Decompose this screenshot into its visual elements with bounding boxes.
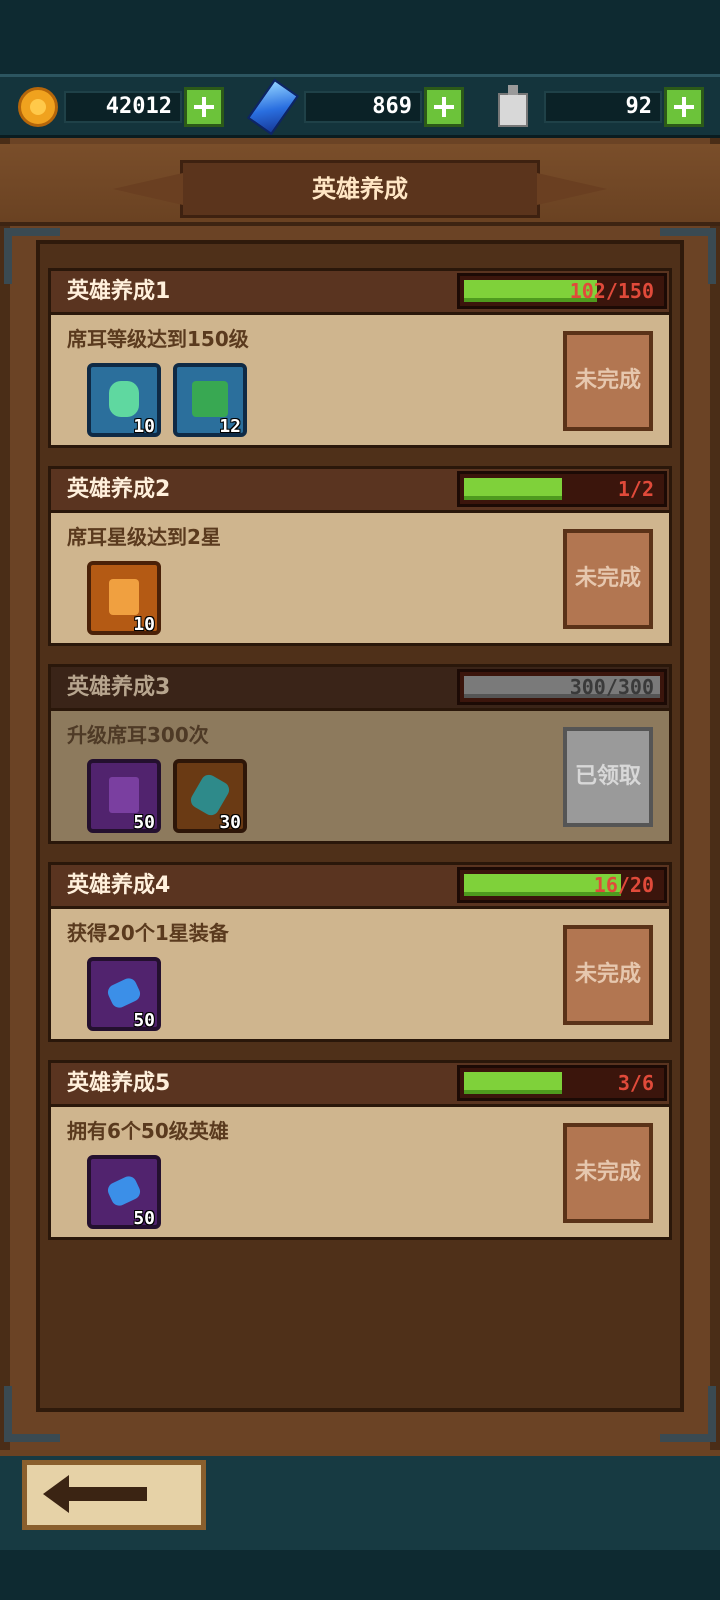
reward-count: 50 (133, 812, 155, 833)
task-title: 英雄养成3 (67, 675, 171, 700)
reward-count: 30 (219, 812, 241, 833)
resource-bar: 42012 869 92 (0, 74, 720, 138)
green-monster-icon (192, 381, 228, 417)
reward-item[interactable]: 12 (173, 363, 247, 437)
claimed-button[interactable]: 已领取 (563, 727, 653, 827)
status-area (0, 0, 720, 74)
title-plate: 英雄养成 (180, 160, 540, 218)
progress-text: 3/6 (617, 1071, 654, 1095)
task-card-3: 英雄养成3 300/300 升级席耳300次 50 30 已领取 (48, 664, 672, 844)
add-gold-button[interactable] (184, 87, 224, 127)
claim-button[interactable]: 未完成 (563, 925, 653, 1025)
task-description: 拥有6个50级英雄 (67, 1119, 229, 1143)
add-gem-button[interactable] (424, 87, 464, 127)
task-progress-bar: 16/20 (457, 867, 667, 903)
reward-item[interactable]: 10 (87, 363, 161, 437)
gem-value: 869 (372, 94, 412, 119)
bottom-strip (0, 1550, 720, 1600)
potion-bottle-icon (498, 85, 528, 127)
task-title: 英雄养成1 (67, 279, 171, 304)
blue-gem-icon (246, 78, 300, 136)
progress-text: 300/300 (569, 675, 654, 699)
purple-book-icon (109, 777, 139, 813)
task-description: 获得20个1星装备 (67, 921, 229, 945)
task-progress-bar: 300/300 (457, 669, 667, 705)
task-progress-bar: 3/6 (457, 1065, 667, 1101)
progress-text: 16/20 (593, 873, 654, 897)
gold-resource: 42012 (0, 83, 240, 129)
task-card-1: 英雄养成1 102/150 席耳等级达到150级 10 12 未完成 (48, 268, 672, 448)
potion-resource: 92 (480, 83, 720, 129)
task-title: 英雄养成4 (67, 873, 171, 898)
gem-resource: 869 (240, 78, 480, 136)
blue-capsule-icon (109, 381, 139, 417)
reward-count: 12 (219, 416, 241, 437)
task-card-2: 英雄养成2 1/2 席耳星级达到2星 10 未完成 (48, 466, 672, 646)
reward-item[interactable]: 50 (87, 759, 161, 833)
task-title: 英雄养成5 (67, 1071, 171, 1096)
task-progress-bar: 1/2 (457, 471, 667, 507)
task-progress-bar: 102/150 (457, 273, 667, 309)
task-card-4: 英雄养成4 16/20 获得20个1星装备 50 未完成 (48, 862, 672, 1042)
gold-coin-icon (18, 87, 58, 127)
add-potion-button[interactable] (664, 87, 704, 127)
reward-item[interactable]: 50 (87, 1155, 161, 1229)
claim-button[interactable]: 未完成 (563, 529, 653, 629)
potion-value: 92 (625, 94, 653, 119)
gold-value: 42012 (105, 94, 172, 119)
reward-item[interactable]: 30 (173, 759, 247, 833)
page-title: 英雄养成 (312, 175, 408, 203)
back-button[interactable] (22, 1460, 206, 1530)
claim-button[interactable]: 未完成 (563, 1123, 653, 1223)
progress-text: 102/150 (569, 279, 654, 303)
task-card-5: 英雄养成5 3/6 拥有6个50级英雄 50 未完成 (48, 1060, 672, 1240)
reward-item[interactable]: 10 (87, 561, 161, 635)
reward-count: 50 (133, 1208, 155, 1229)
progress-fill (464, 1072, 562, 1094)
orange-armor-icon (109, 579, 139, 615)
blue-crystal-icon (105, 1173, 143, 1209)
task-description: 升级席耳300次 (67, 723, 209, 747)
task-description: 席耳等级达到150级 (67, 327, 249, 351)
task-description: 席耳星级达到2星 (67, 525, 221, 549)
task-title: 英雄养成2 (67, 477, 171, 502)
claim-button[interactable]: 未完成 (563, 331, 653, 431)
reward-count: 50 (133, 1010, 155, 1031)
reward-item[interactable]: 50 (87, 957, 161, 1031)
reward-count: 10 (133, 416, 155, 437)
blue-crystal-icon (105, 975, 143, 1011)
progress-text: 1/2 (617, 477, 654, 501)
reward-count: 10 (133, 614, 155, 635)
progress-fill (464, 478, 562, 500)
back-arrow-icon (43, 1475, 147, 1513)
